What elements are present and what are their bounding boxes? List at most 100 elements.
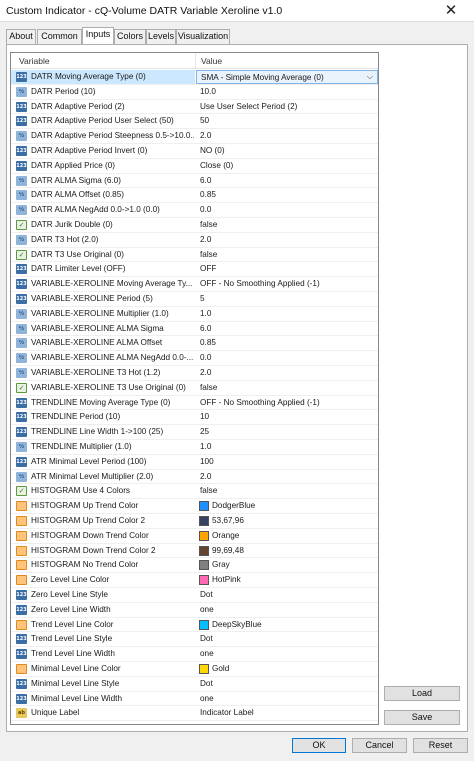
value-cell[interactable]: 10.0 (196, 85, 378, 99)
value-cell[interactable]: 0.0 (196, 203, 378, 217)
value-cell[interactable]: Dot (196, 588, 378, 602)
table-row[interactable]: ½ VARIABLE-XEROLINE T3 Hot (1.2) 2.0 (11, 366, 378, 381)
value-cell[interactable]: Orange (196, 529, 378, 543)
value-cell[interactable]: Dot (196, 677, 378, 691)
table-row[interactable]: ½ DATR ALMA Sigma (6.0) 6.0 (11, 174, 378, 189)
table-row[interactable]: 123 Trend Level Line Width one (11, 647, 378, 662)
table-row[interactable]: ½ VARIABLE-XEROLINE ALMA Sigma 6.0 (11, 322, 378, 337)
table-row[interactable]: Trend Level Line Color DeepSkyBlue (11, 618, 378, 633)
value-cell[interactable]: 6.0 (196, 322, 378, 336)
table-row[interactable]: 123 VARIABLE-XEROLINE Period (5) 5 (11, 292, 378, 307)
table-row[interactable]: 123 DATR Adaptive Period Invert (0) NO (0) (11, 144, 378, 159)
table-row[interactable]: HISTOGRAM Down Trend Color Orange (11, 529, 378, 544)
reset-button[interactable]: Reset (413, 738, 468, 753)
value-cell[interactable]: one (196, 692, 378, 706)
value-cell[interactable]: OFF - No Smoothing Applied (-1) (196, 396, 378, 410)
table-row[interactable]: ab Unique Label Indicator Label (11, 706, 378, 722)
table-row[interactable]: ✓ DATR T3 Use Original (0) false (11, 248, 378, 263)
value-cell[interactable]: 1.0 (196, 440, 378, 454)
value-cell[interactable]: 2.0 (196, 366, 378, 380)
value-cell[interactable]: 53,67,96 (196, 514, 378, 528)
table-row[interactable]: 123 TRENDLINE Period (10) 10 (11, 410, 378, 426)
table-row[interactable]: 123 Minimal Level Line Style Dot (11, 677, 378, 692)
table-row[interactable]: Zero Level Line Color HotPink (11, 573, 378, 588)
table-row[interactable]: 123 DATR Applied Price (0) Close (0) (11, 159, 378, 174)
value-cell[interactable]: 0.85 (196, 336, 378, 350)
value-cell[interactable]: 6.0 (196, 174, 378, 188)
table-row[interactable]: 123 DATR Adaptive Period User Select (50)… (11, 114, 378, 130)
table-row[interactable]: 123 Zero Level Line Width one (11, 603, 378, 618)
table-row[interactable]: 123 VARIABLE-XEROLINE Moving Average Ty..… (11, 277, 378, 292)
table-row[interactable]: HISTOGRAM Up Trend Color 2 53,67,96 (11, 514, 378, 529)
table-row[interactable]: 123 Trend Level Line Style Dot (11, 632, 378, 648)
table-row[interactable]: ✓ DATR Jurik Double (0) false (11, 218, 378, 233)
table-row[interactable]: ½ DATR ALMA Offset (0.85) 0.85 (11, 188, 378, 204)
table-row[interactable]: ½ VARIABLE-XEROLINE Multiplier (1.0) 1.0 (11, 307, 378, 322)
value-cell[interactable]: one (196, 647, 378, 661)
value-cell[interactable]: false (196, 484, 378, 498)
table-row[interactable]: ½ TRENDLINE Multiplier (1.0) 1.0 (11, 440, 378, 455)
ok-button[interactable]: OK (292, 738, 346, 753)
value-cell[interactable]: Gray (196, 558, 378, 572)
value-cell[interactable]: 2.0 (196, 233, 378, 247)
value-cell[interactable]: 25 (196, 425, 378, 439)
value-cell[interactable]: DeepSkyBlue (196, 618, 378, 632)
table-row[interactable]: ½ DATR Period (10) 10.0 (11, 85, 378, 100)
value-cell[interactable]: 2.0 (196, 470, 378, 484)
chevron-down-icon[interactable]: ⌵ (367, 72, 373, 82)
value-cell[interactable]: 50 (196, 114, 378, 128)
column-divider[interactable] (195, 53, 196, 69)
tab-levels[interactable]: Levels (146, 29, 176, 44)
table-row[interactable]: 123 Zero Level Line Style Dot (11, 588, 378, 603)
value-cell[interactable]: 1.0 (196, 307, 378, 321)
value-cell[interactable]: 0.0 (196, 351, 378, 365)
value-cell[interactable]: 0.85 (196, 188, 378, 202)
value-cell[interactable]: 10 (196, 410, 378, 424)
value-cell[interactable]: 5 (196, 292, 378, 306)
value-cell[interactable]: false (196, 381, 378, 395)
value-cell[interactable]: Use User Select Period (2) (196, 100, 378, 114)
value-cell[interactable]: SMA - Simple Moving Average (0) ⌵ (196, 70, 378, 84)
load-button[interactable]: Load (384, 686, 460, 701)
value-cell[interactable]: 99,69,48 (196, 544, 378, 558)
save-button[interactable]: Save (384, 710, 460, 725)
value-cell[interactable]: Indicator Label (196, 706, 378, 720)
value-cell[interactable]: one (196, 603, 378, 617)
value-cell[interactable]: Gold (196, 662, 378, 676)
table-row[interactable]: ½ VARIABLE-XEROLINE ALMA Offset 0.85 (11, 336, 378, 352)
tab-common[interactable]: Common (37, 29, 82, 44)
table-row[interactable]: HISTOGRAM Down Trend Color 2 99,69,48 (11, 544, 378, 559)
value-cell[interactable]: 100 (196, 455, 378, 469)
tab-about[interactable]: About (6, 29, 36, 44)
table-row[interactable]: Minimal Level Line Color Gold (11, 662, 378, 677)
value-cell[interactable]: Close (0) (196, 159, 378, 173)
value-cell[interactable]: NO (0) (196, 144, 378, 158)
tab-inputs[interactable]: Inputs (82, 27, 114, 44)
table-row[interactable]: ½ VARIABLE-XEROLINE ALMA NegAdd 0.0-... 0.… (11, 351, 378, 366)
cancel-button[interactable]: Cancel (352, 738, 407, 753)
table-row[interactable]: HISTOGRAM No Trend Color Gray (11, 558, 378, 574)
value-cell[interactable]: Dot (196, 632, 378, 646)
table-row[interactable]: ½ ATR Minimal Level Multiplier (2.0) 2.0 (11, 470, 378, 485)
value-cell[interactable]: false (196, 218, 378, 232)
value-cell[interactable]: false (196, 248, 378, 262)
close-icon[interactable]: ✕ (428, 0, 474, 22)
table-row[interactable]: 123 DATR Moving Average Type (0) SMA - Sim… (11, 70, 378, 85)
table-row[interactable]: 123 TRENDLINE Line Width 1->100 (25) 25 (11, 425, 378, 440)
value-cell[interactable]: 2.0 (196, 129, 378, 143)
value-cell[interactable]: HotPink (196, 573, 378, 587)
table-row[interactable]: 123 Minimal Level Line Width one (11, 692, 378, 707)
tab-colors[interactable]: Colors (114, 29, 146, 44)
value-cell[interactable]: DodgerBlue (196, 499, 378, 513)
value-cell[interactable]: OFF (196, 262, 378, 276)
table-row[interactable]: ½ DATR ALMA NegAdd 0.0->1.0 (0.0) 0.0 (11, 203, 378, 218)
value-cell[interactable]: OFF - No Smoothing Applied (-1) (196, 277, 378, 291)
table-row[interactable]: 123 ATR Minimal Level Period (100) 100 (11, 455, 378, 470)
table-row[interactable]: ✓ HISTOGRAM Use 4 Colors false (11, 484, 378, 500)
table-row[interactable]: 123 DATR Limiter Level (OFF) OFF (11, 262, 378, 278)
table-row[interactable]: HISTOGRAM Up Trend Color DodgerBlue (11, 499, 378, 514)
table-row[interactable]: ½ DATR Adaptive Period Steepness 0.5->10.… (11, 129, 378, 144)
tab-visualization[interactable]: Visualization (176, 29, 230, 44)
table-row[interactable]: 123 TRENDLINE Moving Average Type (0) OFF … (11, 396, 378, 411)
table-row[interactable]: ½ DATR T3 Hot (2.0) 2.0 (11, 233, 378, 248)
